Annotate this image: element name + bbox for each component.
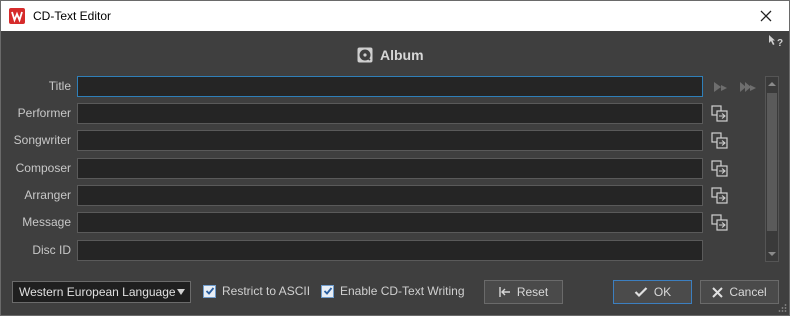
field-label: Performer [17, 106, 71, 120]
checkbox-box[interactable] [321, 284, 334, 298]
scroll-up-button[interactable] [766, 77, 778, 91]
section-title: Album [380, 47, 424, 63]
context-help-icon[interactable]: ? [768, 34, 784, 48]
field-label: Songwriter [13, 133, 71, 147]
dropdown-arrow-icon [177, 289, 185, 295]
close-button[interactable] [743, 1, 789, 31]
dialog-body: ? Album Title Performer Songwriter Compo… [0, 31, 790, 316]
copy-to-tracks-icon[interactable] [710, 131, 730, 151]
app-logo-icon [9, 8, 25, 24]
disc-icon [357, 47, 373, 63]
resize-grip-icon[interactable] [777, 303, 787, 313]
copy-to-tracks-icon[interactable] [710, 104, 730, 124]
checkbox-box[interactable] [203, 284, 216, 298]
close-icon [760, 10, 772, 22]
scrollbar-thumb[interactable] [767, 93, 777, 231]
field-row-composer: Composer [1, 158, 790, 179]
checkmark-icon [323, 287, 332, 295]
ok-button[interactable]: OK [613, 280, 692, 304]
next-all-tracks-icon[interactable] [739, 79, 757, 95]
next-track-icon[interactable] [712, 79, 730, 95]
copy-to-tracks-icon[interactable] [710, 186, 730, 206]
title-field[interactable] [77, 76, 703, 97]
vertical-scrollbar[interactable] [765, 76, 779, 262]
title-bar: CD-Text Editor [0, 0, 790, 31]
field-label: Arranger [24, 188, 71, 202]
language-select-value: Western European Language [19, 285, 176, 299]
field-row-arranger: Arranger [1, 185, 790, 206]
checkmark-icon [634, 287, 648, 298]
performer-field[interactable] [77, 103, 703, 124]
footer-bar: Western European Language Restrict to AS… [1, 279, 790, 305]
window-title: CD-Text Editor [33, 9, 112, 23]
reset-button[interactable]: Reset [484, 280, 563, 304]
copy-to-tracks-icon[interactable] [710, 159, 730, 179]
songwriter-field[interactable] [77, 130, 703, 151]
restrict-ascii-label: Restrict to ASCII [222, 284, 311, 298]
cancel-label: Cancel [729, 285, 767, 299]
scroll-down-button[interactable] [766, 247, 778, 261]
restrict-ascii-checkbox[interactable]: Restrict to ASCII [203, 284, 310, 298]
field-row-songwriter: Songwriter [1, 130, 790, 151]
field-label: Message [22, 215, 71, 229]
checkmark-icon [205, 287, 214, 295]
disc-id-field[interactable] [77, 240, 703, 261]
chevron-down-icon [768, 252, 776, 256]
reset-label: Reset [516, 285, 549, 299]
ok-label: OK [653, 285, 672, 299]
close-icon [712, 286, 724, 298]
cancel-button[interactable]: Cancel [700, 280, 779, 304]
field-label: Composer [15, 161, 71, 175]
arranger-field[interactable] [77, 185, 703, 206]
field-label: Title [48, 79, 71, 93]
field-row-disc-id: Disc ID [1, 240, 790, 261]
svg-text:?: ? [777, 38, 783, 48]
section-header: Album [357, 47, 424, 63]
chevron-up-icon [768, 82, 776, 86]
composer-field[interactable] [77, 158, 703, 179]
enable-cdtext-writing-checkbox[interactable]: Enable CD-Text Writing [321, 284, 465, 298]
message-field[interactable] [77, 212, 703, 233]
copy-to-tracks-icon[interactable] [710, 213, 730, 233]
field-row-message: Message [1, 212, 790, 233]
reset-icon [499, 287, 510, 297]
field-row-title: Title [1, 76, 790, 97]
enable-cdtext-writing-label: Enable CD-Text Writing [340, 284, 465, 298]
language-select[interactable]: Western European Language [12, 281, 191, 303]
field-row-performer: Performer [1, 103, 790, 124]
field-label: Disc ID [32, 243, 71, 257]
